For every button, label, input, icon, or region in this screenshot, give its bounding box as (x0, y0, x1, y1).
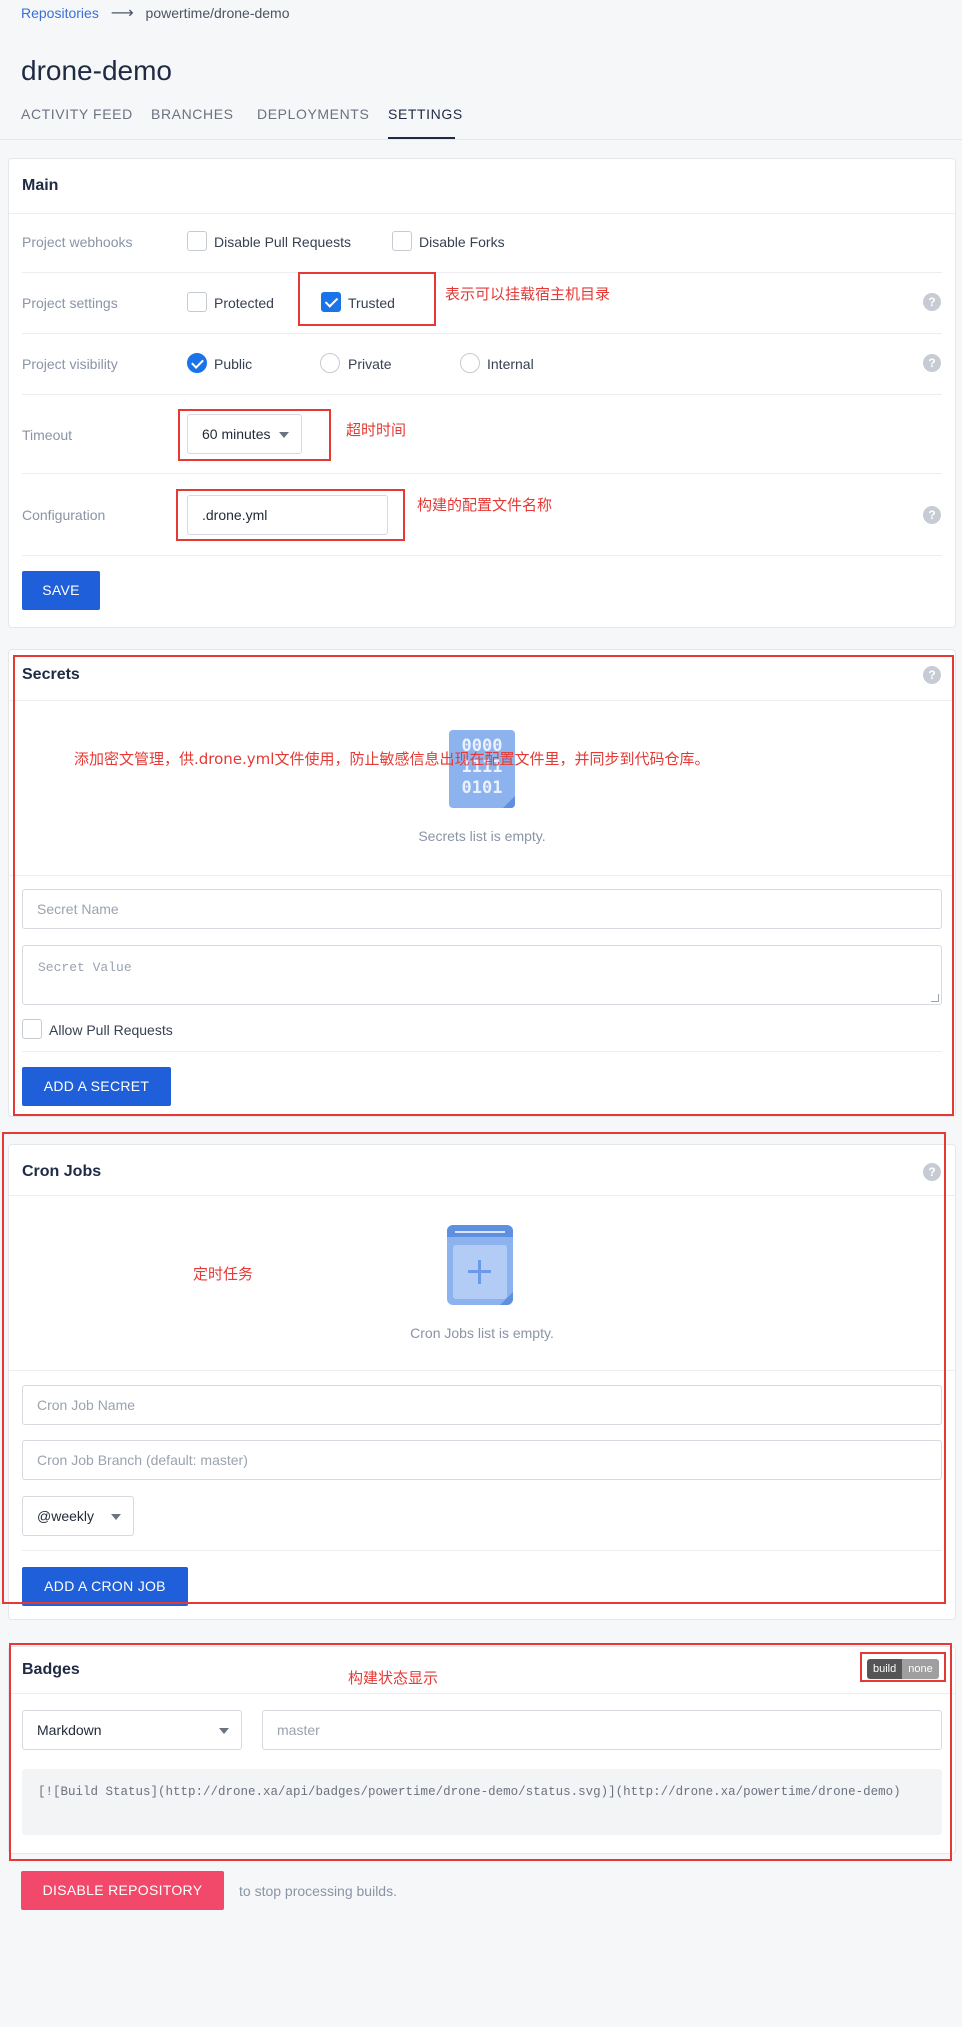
help-icon[interactable]: ? (923, 506, 941, 524)
disable-repository-button[interactable]: DISABLE REPOSITORY (21, 1871, 224, 1910)
annotation-badges: 构建状态显示 (348, 1669, 439, 1687)
visibility-public-label: Public (214, 356, 253, 372)
webhooks-label: Project webhooks (22, 234, 133, 250)
page-title: drone-demo (21, 55, 172, 86)
visibility-internal-radio[interactable] (460, 353, 480, 373)
breadcrumb: Repositories ⟶ powertime/drone-demo (21, 3, 290, 23)
divider (22, 394, 942, 395)
divider (22, 473, 942, 474)
divider (22, 555, 942, 556)
divider (9, 213, 955, 214)
annotation-box (860, 1652, 946, 1682)
save-button[interactable]: SAVE (22, 571, 100, 610)
help-icon[interactable]: ? (923, 293, 941, 311)
breadcrumb-repositories-link[interactable]: Repositories (21, 5, 99, 21)
configuration-label: Configuration (22, 507, 106, 523)
help-icon[interactable]: ? (923, 354, 941, 372)
annotation-box (176, 489, 405, 541)
disable-pull-requests-label: Disable Pull Requests (214, 234, 351, 250)
tabs-divider (0, 139, 962, 140)
tab-branches[interactable]: BRANCHES (151, 106, 234, 122)
annotation-secrets: 添加密文管理，供.drone.yml文件使用，防止敏感信息出现在配置文件里，并同… (74, 750, 710, 768)
annotation-cron: 定时任务 (193, 1265, 254, 1283)
annotation-box (298, 272, 436, 326)
visibility-private-label: Private (348, 356, 392, 372)
annotation-timeout: 超时时间 (346, 421, 407, 439)
annotation-config: 构建的配置文件名称 (417, 496, 553, 514)
disable-forks-checkbox[interactable] (392, 231, 412, 251)
project-visibility-label: Project visibility (22, 356, 118, 372)
disable-pull-requests-checkbox[interactable] (187, 231, 207, 251)
tab-deployments[interactable]: DEPLOYMENTS (257, 106, 369, 122)
protected-checkbox[interactable] (187, 292, 207, 312)
main-settings-card: Main Project webhooks Disable Pull Reque… (8, 158, 956, 628)
annotation-box (9, 1643, 952, 1861)
divider (22, 333, 942, 334)
disable-forks-label: Disable Forks (419, 234, 505, 250)
disable-repository-hint: to stop processing builds. (239, 1883, 397, 1899)
tab-activity-feed[interactable]: ACTIVITY FEED (21, 106, 133, 122)
annotation-trusted: 表示可以挂载宿主机目录 (445, 285, 611, 303)
main-card-title: Main (22, 177, 59, 194)
annotation-box (13, 655, 954, 1116)
project-settings-label: Project settings (22, 295, 118, 311)
protected-label: Protected (214, 295, 274, 311)
annotation-box (178, 409, 331, 461)
breadcrumb-arrow-icon: ⟶ (110, 5, 134, 22)
annotation-box (2, 1132, 946, 1604)
visibility-private-radio[interactable] (320, 353, 340, 373)
tab-settings[interactable]: SETTINGS (388, 106, 463, 122)
visibility-public-radio[interactable] (187, 353, 207, 373)
timeout-label: Timeout (22, 427, 73, 443)
visibility-internal-label: Internal (487, 356, 534, 372)
divider (22, 272, 942, 273)
breadcrumb-repo-path: powertime/drone-demo (145, 5, 290, 21)
